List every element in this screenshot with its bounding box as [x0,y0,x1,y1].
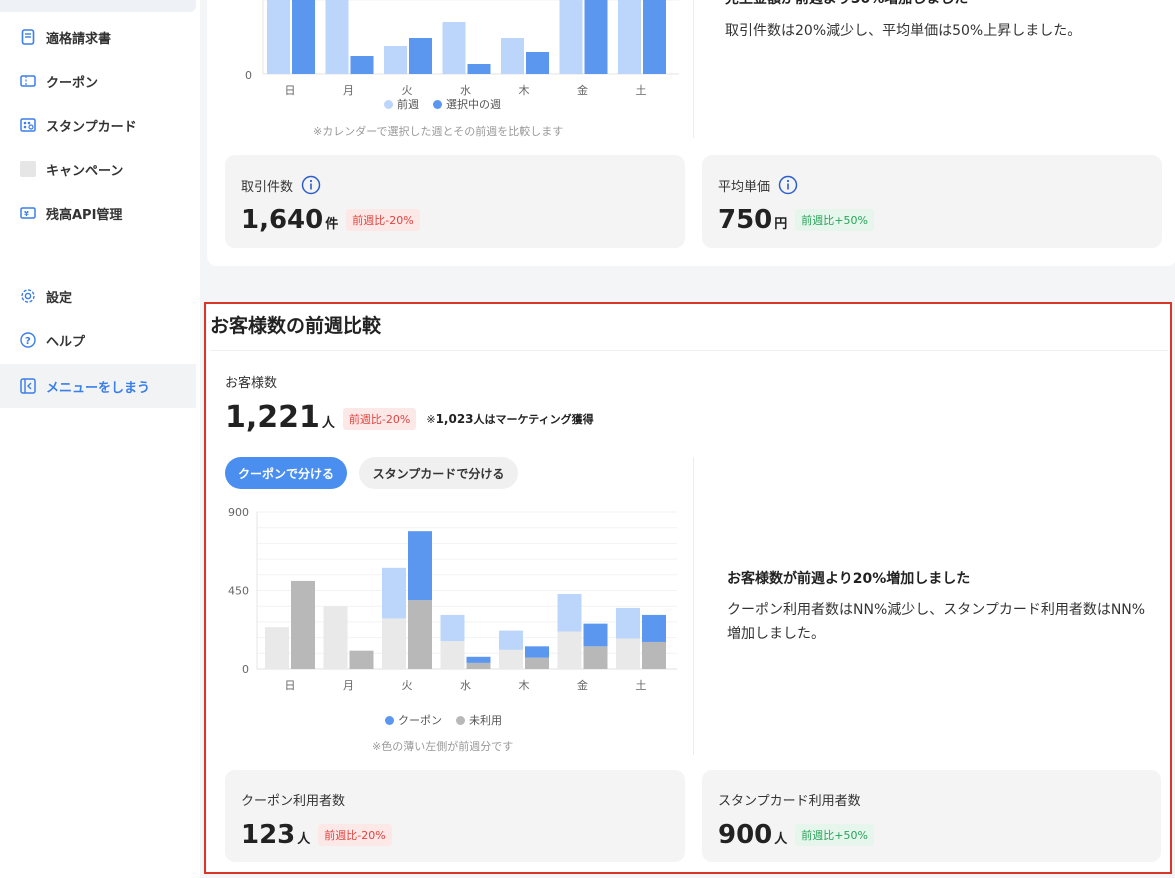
stat-value: 1,640 [241,205,324,235]
sidebar-item-invoice[interactable]: 適格請求書 [0,15,196,59]
info-icon[interactable] [778,175,798,195]
bar-previous-week [442,22,466,74]
highlight-frame [204,302,1172,874]
sales-legend: 前週 選択中の週 [384,96,501,112]
bar-previous-week [384,46,407,74]
sidebar-item-settings[interactable]: 設定 [0,274,196,318]
svg-text:¥: ¥ [24,210,29,218]
sidebar-item-selected[interactable] [0,0,196,12]
sidebar-item-label: 残高API管理 [46,207,123,223]
bar-previous-week [559,0,583,74]
bar-selected-week [350,56,374,74]
sales-comparison-card: 0日月火水木金土 前週 選択中の週 ※カレンダーで選択した週とその前週を比較しま… [207,0,1175,266]
sales-summary-text: 取引件数は20%減少し、平均単価は50%上昇しました。 [725,23,1082,39]
sales-summary-title: 売上金額が前週より50%増加しました [725,0,968,8]
sidebar-item-campaign[interactable]: キャンペーン [0,147,196,191]
bar-selected-week [526,52,549,74]
balance-api-icon: ¥ [20,205,36,221]
gear-icon [20,288,36,304]
stat-value: 750 [718,205,773,235]
bar-previous-week [618,0,641,74]
divider [693,0,694,138]
svg-text:?: ? [25,336,31,347]
x-tick-label: 金 [577,83,588,97]
x-tick-label: 月 [343,84,354,97]
stat-unit: 件 [325,217,339,232]
sales-chart: 0日月火水木金土 [245,0,679,97]
sidebar-item-label: クーポン [46,75,99,91]
sidebar-item-balance-api[interactable]: ¥ 残高API管理 [0,191,196,235]
sidebar-item-coupon[interactable]: クーポン [0,59,196,103]
stat-transaction-count: 取引件数 1,640 件 前週比-20% [225,155,685,248]
sidebar-item-stamp-card[interactable]: スタンプカード [0,103,196,147]
campaign-icon [20,161,36,177]
bar-selected-week [584,0,608,74]
sidebar-item-collapse-menu[interactable]: メニューをしまう [0,364,196,408]
sidebar-item-help[interactable]: ? ヘルプ [0,318,196,362]
coupon-icon [20,73,36,89]
bar-previous-week [501,38,524,74]
legend-item-selected-week: 選択中の週 [433,96,501,112]
bar-selected-week [292,0,315,74]
sidebar-item-label: メニューをしまう [46,380,151,396]
bar-previous-week [325,0,349,74]
x-tick-label: 日 [285,84,296,97]
bar-selected-week [467,64,491,74]
info-icon[interactable] [301,175,321,195]
sidebar-item-label: スタンプカード [46,119,137,135]
x-tick-label: 土 [636,84,647,97]
bar-selected-week [643,0,666,74]
legend-item-previous-week: 前週 [384,96,419,112]
stat-label: 取引件数 [241,179,294,195]
stamp-card-icon [20,117,36,133]
stat-label: 平均単価 [718,179,771,195]
invoice-icon [20,29,36,45]
collapse-menu-icon [20,378,36,394]
sidebar-item-label: 設定 [46,290,73,306]
status-badge: 前週比-20% [346,209,420,231]
x-tick-label: 木 [519,84,530,97]
sidebar-item-label: ヘルプ [46,334,86,350]
bar-previous-week [267,0,290,74]
help-icon: ? [20,332,36,348]
sidebar-item-label: キャンペーン [46,163,124,179]
bar-selected-week [409,38,432,74]
sales-chart-note: ※カレンダーで選択した週とその前週を比較します [313,125,564,138]
status-badge: 前週比+50% [795,209,874,231]
stat-unit: 円 [774,217,788,232]
sidebar: 適格請求書 クーポン スタンプカード キャンペーン ¥ 残高API管理 設定 ? [0,0,200,878]
sidebar-item-label: 適格請求書 [46,31,112,47]
stat-average-price: 平均単価 750 円 前週比+50% [702,155,1162,248]
y-tick-label: 0 [245,69,252,82]
